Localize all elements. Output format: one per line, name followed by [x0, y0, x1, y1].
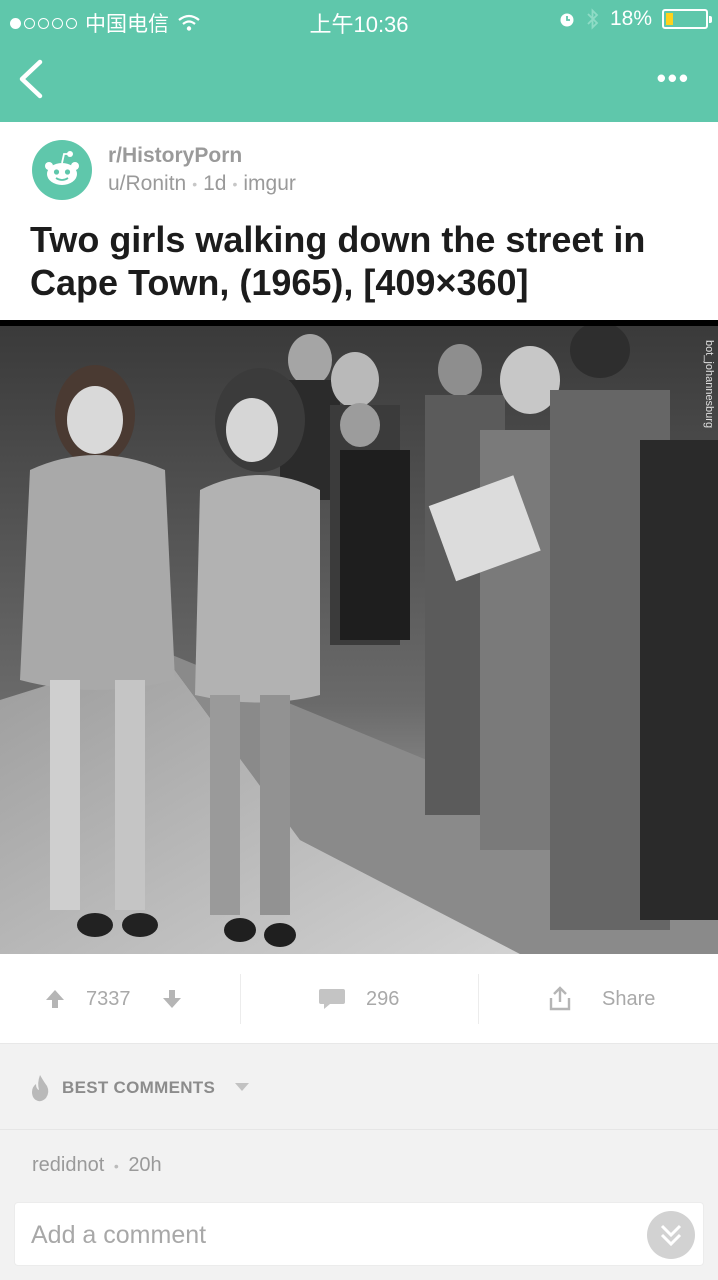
upvote-icon[interactable]: [44, 988, 66, 1010]
downvote-icon[interactable]: [161, 988, 183, 1010]
post-header: r/HistoryPorn u/Ronitn • 1d • imgur Two …: [0, 122, 718, 322]
divider: [478, 974, 479, 1024]
alarm-icon: [560, 13, 574, 27]
photo-watermark: bot_johannesburg: [703, 340, 715, 428]
post-age: 1d: [203, 172, 227, 195]
bluetooth-icon: [587, 8, 599, 30]
comment-item: redidnot • 20h: [0, 1130, 718, 1192]
battery-icon: [662, 9, 712, 29]
comment-input-box: [14, 1202, 704, 1266]
post-meta: u/Ronitn • 1d • imgur: [108, 172, 296, 196]
comment-sort-bar[interactable]: BEST COMMENTS: [0, 1044, 718, 1130]
sort-label: BEST COMMENTS: [62, 1078, 216, 1097]
share-button[interactable]: Share: [548, 954, 655, 1044]
divider: [240, 974, 241, 1024]
comment-input[interactable]: [31, 1213, 631, 1257]
comment-input-bar: [0, 1192, 718, 1280]
meta-separator: •: [232, 176, 238, 192]
meta-separator: •: [192, 176, 198, 192]
subreddit-avatar[interactable]: [32, 140, 92, 200]
chevron-down-icon: [235, 1083, 249, 1091]
comments-button[interactable]: 296: [318, 954, 399, 1044]
reddit-alien-icon: [45, 151, 79, 185]
post-author[interactable]: u/Ronitn: [108, 172, 186, 196]
post-domain[interactable]: imgur: [243, 172, 296, 196]
post-title: Two girls walking down the street in Cap…: [30, 219, 646, 303]
battery-percent: 18%: [609, 7, 652, 30]
scroll-down-button[interactable]: [647, 1211, 695, 1259]
top-bar: 中国电信 上午10:36 18% •••: [0, 0, 718, 122]
comment-header: redidnot • 20h: [32, 1154, 162, 1177]
comment-bubble-icon: [319, 989, 345, 1009]
comment-count: 296: [366, 987, 400, 1010]
vote-group: 7337: [44, 954, 183, 1044]
more-options-icon[interactable]: •••: [657, 65, 690, 91]
share-icon: [549, 986, 571, 1011]
meta-separator: •: [113, 1158, 119, 1174]
comment-author[interactable]: redidnot: [32, 1154, 104, 1176]
flame-icon: [32, 1075, 49, 1102]
score: 7337: [86, 987, 131, 1010]
share-label: Share: [602, 987, 656, 1010]
back-button[interactable]: [14, 56, 54, 102]
comment-age: 20h: [128, 1154, 162, 1176]
post-actions-bar: 7337 296 Share: [0, 954, 718, 1044]
double-chevron-down-icon: [660, 1224, 682, 1247]
subreddit-name[interactable]: r/HistoryPorn: [108, 144, 242, 168]
status-bar: 中国电信 上午10:36 18%: [0, 0, 718, 40]
post-image[interactable]: bot_johannesburg: [0, 320, 718, 954]
status-right: 18%: [558, 7, 712, 31]
